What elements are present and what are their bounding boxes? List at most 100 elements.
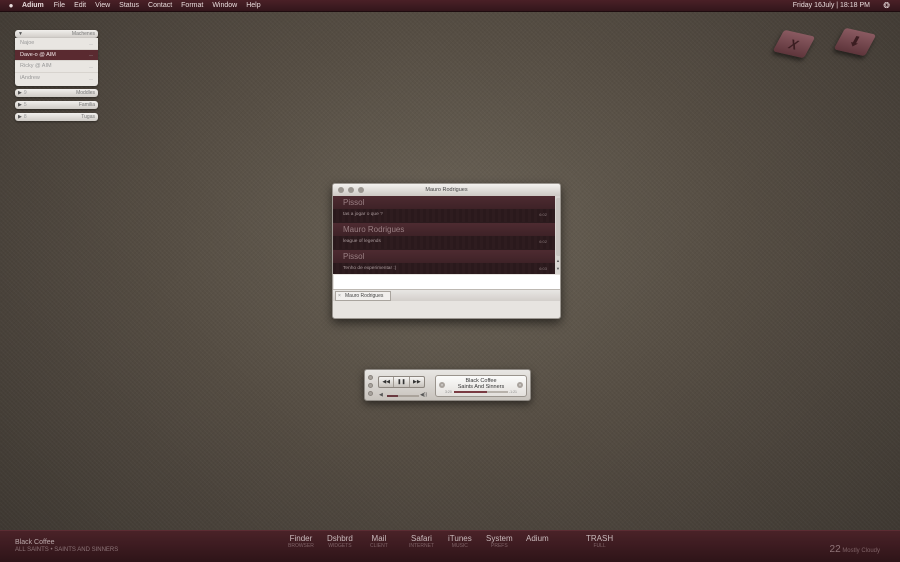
dock-item-trash[interactable]: TRASH FULL (586, 534, 613, 549)
group-count: 9 (23, 90, 27, 96)
left-display-button[interactable]: × (439, 382, 445, 388)
zoom-window-icon[interactable] (358, 187, 364, 193)
close-window-icon[interactable] (338, 187, 344, 193)
download-icon-glyph: ⬇ (846, 33, 865, 50)
now-playing-info: ALL SAINTS • SAINTS AND SINNERS (15, 547, 119, 553)
dock-sublabel: WIDGETS (328, 543, 352, 549)
dock-item-safari[interactable]: Safari INTERNET (409, 534, 434, 549)
weather-temp: 22 (829, 544, 841, 555)
spotlight-icon[interactable]: ❂ (883, 1, 890, 10)
buddy-list: Najoe — Dave-o @ AIM — Ricky @ AIM — iAn… (15, 38, 98, 86)
minimize-window-icon[interactable] (348, 187, 354, 193)
dock-item-finder[interactable]: Finder BROWSER (288, 534, 314, 549)
volume-high-icon: ◀)) (420, 392, 428, 398)
elapsed-time: 3:20 (445, 390, 452, 394)
now-playing: Black Coffee ALL SAINTS • SAINTS AND SIN… (15, 539, 118, 553)
apple-menu-icon[interactable]: ● (0, 1, 22, 10)
menu-contact[interactable]: Contact (148, 2, 172, 9)
x-icon[interactable]: X (772, 29, 816, 59)
dock-item-dashboard[interactable]: Dshbrd WIDGETS (327, 534, 353, 549)
menu-file[interactable]: File (54, 2, 65, 9)
minimize-widget-icon[interactable] (368, 383, 373, 388)
chat-window: Mauro Rodrigues Pissol tas a jogar o que… (332, 183, 561, 319)
scroll-thumb[interactable] (556, 198, 560, 256)
transport-controls: ◀◀ ❚❚ ▶▶ (378, 376, 425, 388)
dock-item-itunes[interactable]: iTunes MUSIC (448, 534, 472, 549)
buddy-row-selected[interactable]: Dave-o @ AIM — (15, 49, 98, 61)
menu-edit[interactable]: Edit (74, 2, 86, 9)
dock-label: Safari (411, 534, 432, 543)
group-count: 8 (23, 114, 27, 120)
message-time: 6:02 (539, 212, 547, 217)
pause-button[interactable]: ❚❚ (394, 377, 410, 387)
menu-view[interactable]: View (95, 2, 110, 9)
group-name: Familia (78, 102, 95, 108)
zoom-widget-icon[interactable] (368, 391, 373, 396)
chat-tab-bar: × Mauro Rodrigues (333, 289, 560, 301)
buddy-group-moddles[interactable]: ▶ 9 Moddles (15, 89, 98, 97)
volume-slider[interactable]: ◀ ◀)) (379, 392, 427, 398)
menu-format[interactable]: Format (181, 2, 203, 9)
message-text: league of legends (333, 236, 555, 249)
buddy-row[interactable]: iAndrew — (15, 73, 98, 85)
dock-sublabel: PREFS (491, 543, 508, 549)
disclosure-triangle-icon[interactable]: ▼ (18, 31, 23, 37)
group-name: Moddles (76, 90, 95, 96)
disclosure-triangle-icon[interactable]: ▶ (18, 114, 22, 120)
dock-label: TRASH (586, 534, 614, 543)
dock-label: Finder (289, 534, 313, 543)
disclosure-triangle-icon[interactable]: ▶ (18, 102, 22, 108)
right-display-button[interactable]: × (517, 382, 523, 388)
message-sender: Mauro Rodrigues (333, 223, 555, 236)
dock-label: Dshbrd (327, 534, 353, 543)
menu-clock[interactable]: Friday 16July | 18:18 PM (793, 2, 870, 9)
menu-status[interactable]: Status (119, 2, 139, 9)
dock-item-mail[interactable]: Mail CLIENT (370, 534, 388, 549)
previous-track-button[interactable]: ◀◀ (379, 377, 395, 387)
dock-sublabel: CLIENT (370, 543, 388, 549)
close-widget-icon[interactable] (368, 375, 373, 380)
menu-window[interactable]: Window (212, 2, 237, 9)
dock-sublabel: INTERNET (409, 543, 434, 549)
dock-label: Mail (371, 534, 387, 543)
dock-item-adium[interactable]: Adium (526, 534, 549, 543)
chat-tab[interactable]: × Mauro Rodrigues (335, 291, 391, 301)
chat-log: Pissol tas a jogar o que ? 6:02 Mauro Ro… (333, 196, 555, 274)
volume-level (387, 395, 399, 397)
menu-app-name[interactable]: Adium (22, 2, 44, 9)
message-text: tas a jogar o que ? (333, 209, 555, 222)
dock-item-system[interactable]: System PREFS (486, 534, 513, 549)
message-input[interactable] (334, 275, 560, 289)
message-time: 6:03 (539, 266, 547, 271)
download-icon[interactable]: ⬇ (833, 27, 877, 57)
scroll-down-icon[interactable]: ▼ (556, 266, 560, 271)
menu-bar: ● Adium File Edit View Status Contact Fo… (0, 0, 900, 12)
buddy-group-familia[interactable]: ▶ 5 Familia (15, 101, 98, 109)
chat-title: Mauro Rodrigues (425, 187, 468, 193)
group-count: 5 (23, 102, 27, 108)
buddy-row[interactable]: Ricky @ AIM — (15, 61, 98, 73)
buddy-name: Ricky @ AIM (20, 63, 52, 70)
close-tab-icon[interactable]: × (338, 292, 341, 301)
scroll-up-icon[interactable]: ▲ (556, 258, 560, 263)
chat-scrollbar[interactable]: ▲ ▼ (555, 196, 560, 274)
next-track-button[interactable]: ▶▶ (410, 377, 424, 387)
dock-sublabel: FULL (593, 543, 606, 549)
menu-help[interactable]: Help (246, 2, 260, 9)
x-icon-glyph: X (786, 35, 802, 53)
buddy-row[interactable]: Najoe — (15, 38, 98, 50)
buddy-name: iAndrew (20, 75, 40, 82)
dock-sublabel: MUSIC (451, 543, 468, 549)
buddy-group-tugas[interactable]: ▶ 8 Tugas (15, 113, 98, 121)
chat-titlebar[interactable]: Mauro Rodrigues (333, 184, 560, 196)
window-controls (338, 187, 364, 193)
buddy-group-machenes[interactable]: ▼ Machenes (15, 30, 98, 38)
buddy-name: Dave-o @ AIM (20, 51, 56, 58)
status-icon: — (89, 52, 93, 58)
message-sender: Pissol (333, 250, 555, 263)
chat-message: Pissol Tenho de experimentar :) 6:03 (333, 250, 555, 274)
progress-fill (454, 391, 488, 393)
status-icon: — (89, 75, 93, 81)
status-icon: — (89, 40, 93, 46)
disclosure-triangle-icon[interactable]: ▶ (18, 90, 22, 96)
